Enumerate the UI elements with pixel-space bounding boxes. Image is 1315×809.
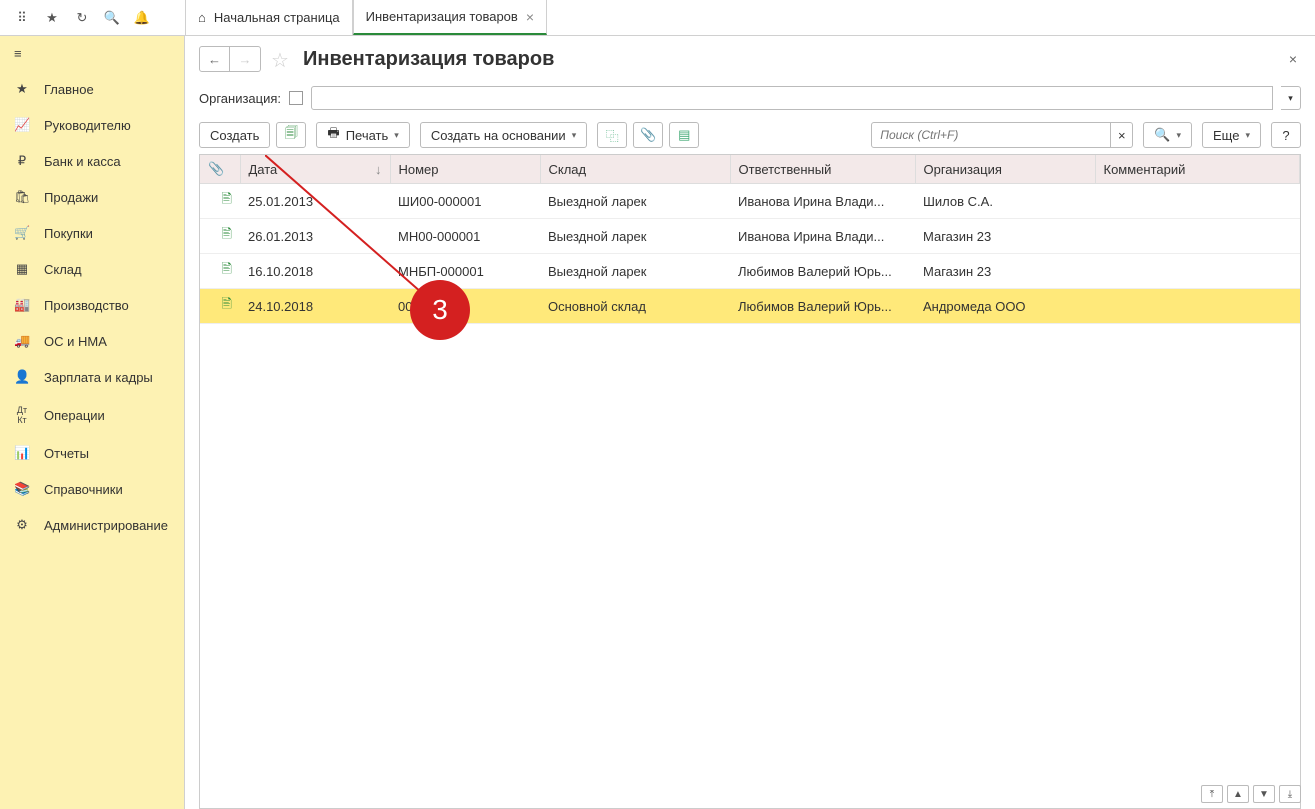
- chart-icon: 📈: [14, 117, 30, 133]
- tab-home[interactable]: ⌂ Начальная страница: [185, 0, 353, 35]
- sidebar-item-production[interactable]: 🏭Производство: [0, 287, 184, 323]
- sidebar-item-warehouse[interactable]: ▦Склад: [0, 251, 184, 287]
- truck-icon: 🚚: [14, 333, 30, 349]
- warehouse-icon: ▦: [14, 261, 30, 277]
- table-row[interactable]: 🖹 25.01.2013 ШИ00-000001 Выездной ларек …: [200, 184, 1300, 219]
- top-bar: ⠿ ★ ↻ 🔍 🔔 ⌂ Начальная страница Инвентари…: [0, 0, 1315, 36]
- copy-button[interactable]: 🗐: [276, 122, 306, 148]
- paperclip-icon: 📎: [208, 161, 224, 176]
- star-icon[interactable]: ★: [44, 10, 60, 26]
- search-input[interactable]: [871, 122, 1111, 148]
- dtkt-icon: ДтКт: [14, 405, 30, 425]
- sidebar-item-reports[interactable]: 📊Отчеты: [0, 435, 184, 471]
- sidebar-item-operations[interactable]: ДтКтОперации: [0, 395, 184, 435]
- col-comment[interactable]: Комментарий: [1095, 155, 1300, 184]
- chevron-down-icon: ▾: [1176, 130, 1181, 141]
- magnifier-icon: 🔍: [1154, 127, 1170, 143]
- person-icon: 👤: [14, 369, 30, 385]
- org-input[interactable]: [311, 86, 1273, 110]
- table-row[interactable]: 🖹 16.10.2018 МНБП-000001 Выездной ларек …: [200, 254, 1300, 289]
- hierarchy-icon: ⿻: [606, 126, 619, 145]
- col-date[interactable]: Дата↓: [240, 155, 390, 184]
- sidebar-item-purchases[interactable]: 🛒Покупки: [0, 215, 184, 251]
- document-icon: 🖹: [222, 261, 232, 276]
- home-icon: ⌂: [198, 10, 206, 25]
- bell-icon[interactable]: 🔔: [134, 10, 150, 26]
- sidebar-item-manager[interactable]: 📈Руководителю: [0, 107, 184, 143]
- scroll-bottom-button[interactable]: ⤓: [1279, 785, 1301, 803]
- tab-inventory[interactable]: Инвентаризация товаров ×: [353, 0, 547, 35]
- nav-arrows: ← →: [199, 46, 261, 72]
- sidebar-item-admin[interactable]: ⚙Администрирование: [0, 507, 184, 543]
- search-dropdown-button[interactable]: 🔍▾: [1143, 122, 1192, 148]
- tab-home-label: Начальная страница: [214, 10, 340, 25]
- menu-icon[interactable]: ≡: [0, 36, 184, 71]
- ruble-icon: ₽: [14, 153, 30, 169]
- list-icon: ▤: [678, 127, 690, 143]
- favorite-button[interactable]: ☆: [271, 48, 293, 70]
- history-icon[interactable]: ↻: [74, 10, 90, 26]
- col-number[interactable]: Номер: [390, 155, 540, 184]
- data-table: 📎 Дата↓ Номер Склад Ответственный Органи…: [199, 154, 1301, 809]
- col-warehouse[interactable]: Склад: [540, 155, 730, 184]
- sidebar-item-salary[interactable]: 👤Зарплата и кадры: [0, 359, 184, 395]
- tab-inventory-label: Инвентаризация товаров: [366, 9, 518, 24]
- sidebar-item-bank[interactable]: ₽Банк и касса: [0, 143, 184, 179]
- printer-icon: 🖶: [327, 124, 339, 146]
- more-button[interactable]: Еще▾: [1202, 122, 1261, 148]
- org-dropdown-button[interactable]: ▾: [1281, 86, 1301, 110]
- book-icon: 📚: [14, 481, 30, 497]
- create-based-button[interactable]: Создать на основании▾: [420, 122, 587, 148]
- sidebar-item-os[interactable]: 🚚ОС и НМА: [0, 323, 184, 359]
- sidebar-item-sales[interactable]: 🛍Продажи: [0, 179, 184, 215]
- bag-icon: 🛍: [14, 189, 30, 205]
- bars-icon: 📊: [14, 445, 30, 461]
- sidebar-item-catalogs[interactable]: 📚Справочники: [0, 471, 184, 507]
- col-responsible[interactable]: Ответственный: [730, 155, 915, 184]
- chevron-down-icon: ▾: [572, 130, 577, 141]
- sidebar: ≡ ★Главное 📈Руководителю ₽Банк и касса 🛍…: [0, 36, 185, 809]
- col-organization[interactable]: Организация: [915, 155, 1095, 184]
- create-button[interactable]: Создать: [199, 122, 270, 148]
- chevron-down-icon: ▾: [1245, 130, 1250, 141]
- page-title: Инвентаризация товаров: [303, 48, 1275, 71]
- scroll-top-button[interactable]: ⤒: [1201, 785, 1223, 803]
- help-button[interactable]: ?: [1271, 122, 1301, 148]
- paperclip-icon: 📎: [640, 127, 656, 143]
- star-outline-icon: ★: [14, 81, 30, 97]
- col-attach[interactable]: 📎: [200, 155, 240, 184]
- cart-icon: 🛒: [14, 225, 30, 241]
- document-icon: 🖹: [222, 191, 232, 206]
- scroll-up-button[interactable]: ▲: [1227, 785, 1249, 803]
- gear-icon: ⚙: [14, 517, 30, 533]
- factory-icon: 🏭: [14, 297, 30, 313]
- org-checkbox[interactable]: [289, 91, 303, 105]
- chevron-down-icon: ▾: [394, 130, 399, 141]
- print-button[interactable]: 🖶Печать▾: [316, 122, 409, 148]
- document-icon: 🖹: [222, 296, 232, 311]
- org-label: Организация:: [199, 91, 281, 106]
- forward-button[interactable]: →: [230, 47, 260, 71]
- table-row[interactable]: 🖹 26.01.2013 МН00-000001 Выездной ларек …: [200, 219, 1300, 254]
- document-icon: 🖹: [222, 226, 232, 241]
- sort-asc-icon: ↓: [375, 162, 382, 177]
- structure-button[interactable]: ⿻: [597, 122, 627, 148]
- apps-icon[interactable]: ⠿: [14, 10, 30, 26]
- close-icon[interactable]: ×: [526, 9, 534, 25]
- sidebar-item-main[interactable]: ★Главное: [0, 71, 184, 107]
- attach-button[interactable]: 📎: [633, 122, 663, 148]
- close-page-button[interactable]: ×: [1285, 51, 1301, 67]
- list-button[interactable]: ▤: [669, 122, 699, 148]
- copy-icon: 🗐: [285, 124, 298, 146]
- search-top-icon[interactable]: 🔍: [104, 10, 120, 26]
- back-button[interactable]: ←: [200, 47, 230, 71]
- search-clear-button[interactable]: ×: [1111, 122, 1133, 148]
- table-row[interactable]: 🖹 24.10.2018 001 Основной склад Любимов …: [200, 289, 1300, 324]
- scroll-controls: ⤒ ▲ ▼ ⤓: [1201, 785, 1301, 803]
- scroll-down-button[interactable]: ▼: [1253, 785, 1275, 803]
